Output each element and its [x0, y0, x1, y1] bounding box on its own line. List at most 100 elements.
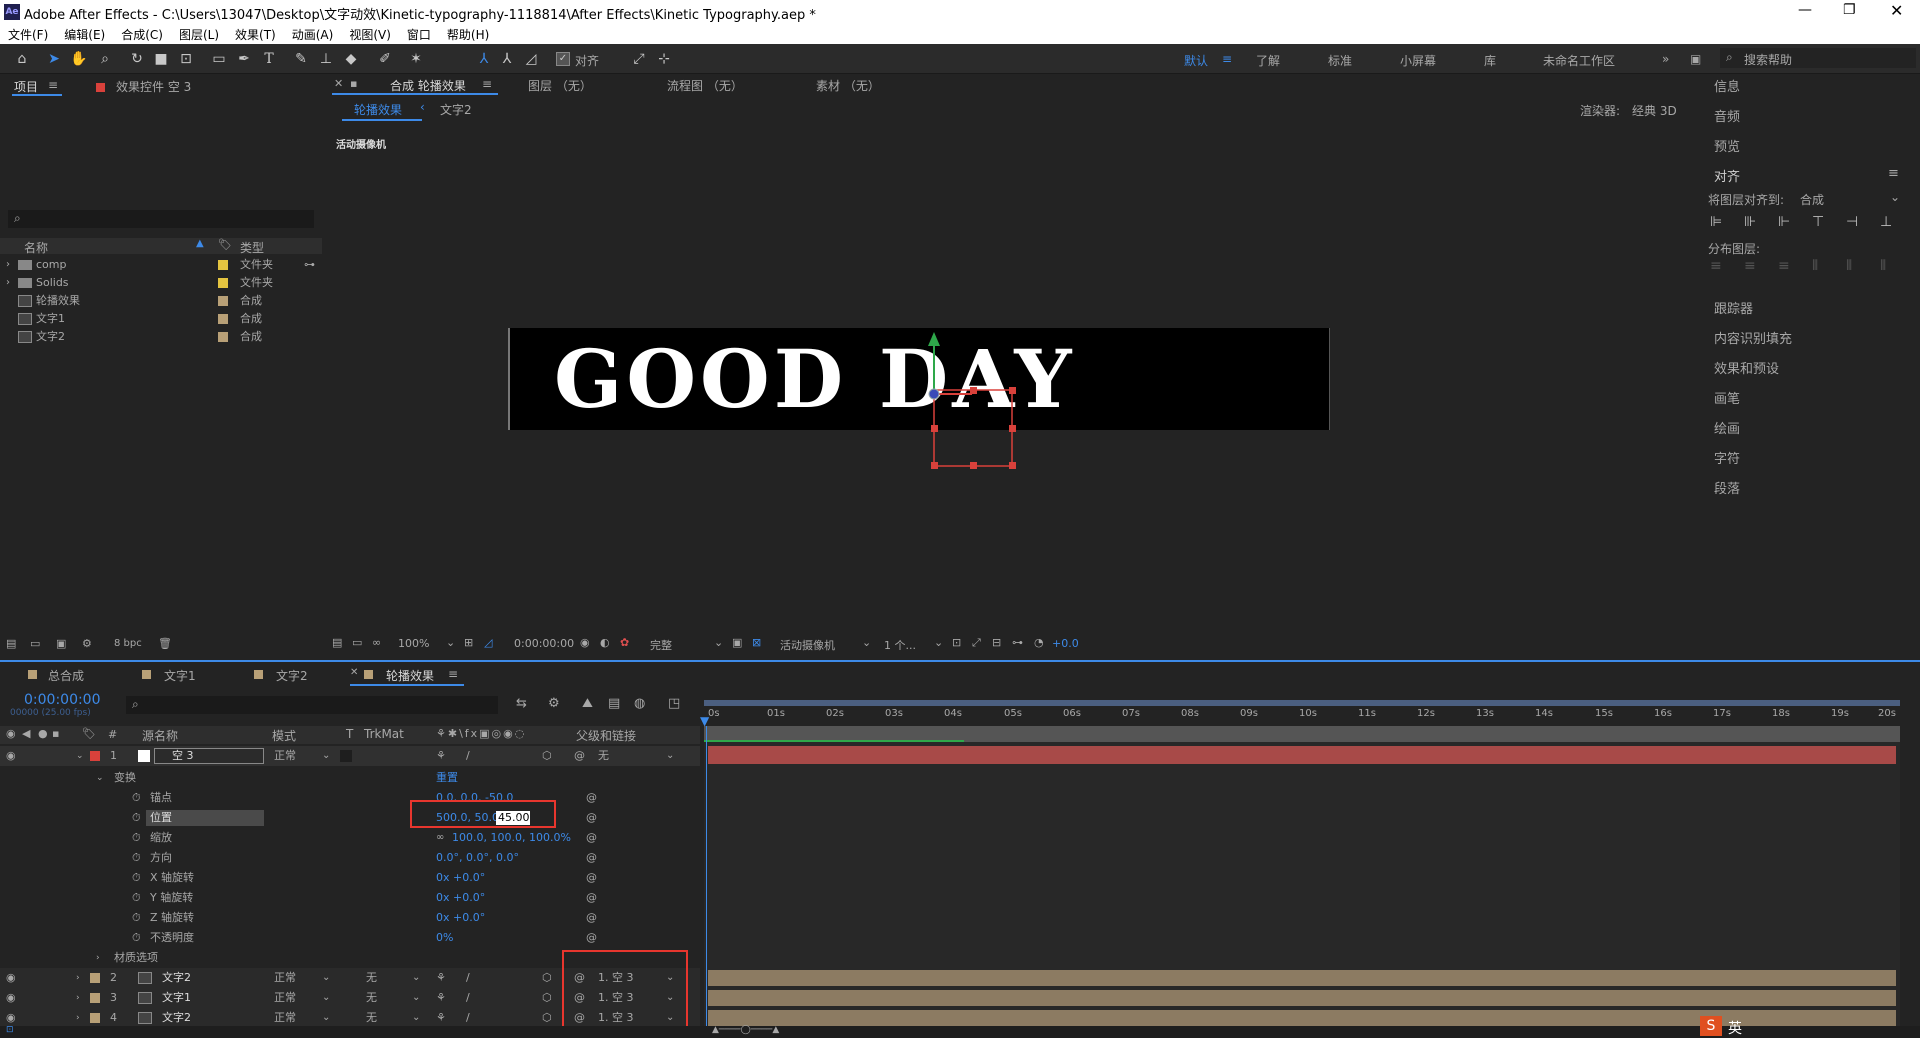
layer-mode-select[interactable]: 正常	[274, 1008, 296, 1028]
trkmat-box[interactable]	[340, 750, 352, 762]
trkmat-dropdown-icon[interactable]: ⌄	[412, 968, 420, 988]
region-icon[interactable]: ◿	[484, 636, 492, 649]
stopwatch-icon[interactable]: ⏱	[132, 848, 141, 868]
tab-text2[interactable]: 文字2	[276, 667, 308, 684]
prop-value[interactable]: 0x +0.0°	[436, 908, 485, 928]
layer-mode-select[interactable]: 正常	[274, 968, 296, 988]
col-name-header[interactable]: 名称	[24, 239, 48, 256]
transform-group[interactable]: ⌄ 变换 重置	[0, 768, 700, 788]
trkmat-dropdown-icon[interactable]: ⌄	[412, 988, 420, 1008]
lock-icon[interactable]: ▪	[350, 77, 357, 90]
comp-flowchart-icon[interactable]: ⇆	[516, 696, 527, 711]
align-right-icon[interactable]: ⊩	[1778, 214, 1790, 230]
prop-value[interactable]: 100.0, 100.0, 100.0%	[452, 828, 571, 848]
eraser-tool-icon[interactable]: ◆	[342, 50, 360, 68]
label-tan[interactable]	[90, 993, 100, 1003]
label-tan[interactable]	[90, 1013, 100, 1023]
comp-menu-icon[interactable]: ≡	[482, 77, 492, 91]
expression-pickwhip-icon[interactable]: @	[586, 848, 597, 868]
menu-composition[interactable]: 合成(C)	[113, 26, 171, 43]
prop-value[interactable]: 0%	[436, 928, 453, 948]
shy-switch-icon[interactable]: ⚘	[436, 746, 446, 766]
align-to-dropdown-icon[interactable]: ⌄	[1890, 190, 1900, 204]
time-ruler[interactable]: 0s 01s 02s 03s 04s 05s 06s 07s 08s 09s 10s 11s 12s 13…	[704, 700, 1900, 724]
prop-y-rotation[interactable]: ⏱ Y 轴旋转 0x +0.0° @	[0, 888, 700, 908]
stopwatch-icon[interactable]: ⏱	[132, 828, 141, 848]
graph-editor-icon[interactable]: ◳	[668, 696, 680, 711]
transparency-grid-icon[interactable]: ▣	[732, 636, 742, 649]
label-tan[interactable]	[90, 973, 100, 983]
hand-tool-icon[interactable]: ✋	[70, 50, 88, 68]
material-expand-icon[interactable]: ›	[96, 948, 100, 968]
stopwatch-icon[interactable]: ⏱	[132, 928, 141, 948]
quality-switch-icon[interactable]: /	[466, 1008, 470, 1028]
trash-icon[interactable]: 🗑	[158, 637, 172, 650]
shy-switch-icon[interactable]: ⚘	[436, 1008, 446, 1028]
label-red[interactable]	[90, 751, 100, 761]
flowchart-view-icon[interactable]: ⊶	[1012, 636, 1023, 649]
menu-layer[interactable]: 图层(L)	[171, 26, 227, 43]
3d-layer-icon[interactable]: ⬡	[542, 1008, 552, 1028]
menu-file[interactable]: 文件(F)	[0, 26, 56, 43]
panel-tracker[interactable]: 跟踪器	[1714, 298, 1753, 317]
menu-window[interactable]: 窗口	[399, 26, 439, 43]
tab-text1[interactable]: 文字1	[164, 667, 196, 684]
reset-link[interactable]: 重置	[436, 768, 458, 788]
align-to-select[interactable]: 合成	[1800, 191, 1824, 208]
viewer-timecode[interactable]: 0:00:00:00	[514, 637, 574, 650]
align-top-icon[interactable]: ⊤	[1812, 214, 1824, 230]
parent-dropdown-icon[interactable]: ⌄	[666, 746, 674, 766]
visibility-eye-icon[interactable]: ◉	[6, 746, 16, 766]
fast-preview-icon[interactable]: ⤢	[972, 636, 981, 650]
align-vcenter-icon[interactable]: ⊣	[1846, 214, 1858, 230]
expression-pickwhip-icon[interactable]: @	[586, 828, 597, 848]
vr-icon[interactable]: ∞	[372, 636, 381, 649]
collapse-arrow-icon[interactable]: ⌄	[76, 746, 84, 766]
channel-icon[interactable]: ✿	[620, 636, 629, 649]
project-item-solids[interactable]: › Solids 文件夹	[0, 274, 320, 292]
menu-effect[interactable]: 效果(T)	[227, 26, 284, 43]
restore-button[interactable]: ❐	[1843, 2, 1856, 18]
local-axis-icon[interactable]: ⅄	[475, 50, 493, 68]
draft-3d-icon[interactable]: ⚙	[548, 696, 560, 711]
align-left-icon[interactable]: ⊫	[1710, 214, 1722, 230]
layer-name[interactable]: 文字2	[162, 1008, 191, 1028]
rectangle-tool-icon[interactable]: ▭	[210, 50, 228, 68]
workspace-unnamed[interactable]: 未命名工作区	[1543, 52, 1615, 69]
new-folder-icon[interactable]: ▭	[30, 637, 40, 650]
3d-layer-icon[interactable]: ⬡	[542, 746, 552, 766]
project-item-text2[interactable]: 文字2 合成	[0, 328, 320, 346]
flowchart-icon[interactable]: ⊶	[304, 256, 315, 274]
timeline-menu-icon[interactable]: ≡	[448, 667, 458, 681]
panel-brushes[interactable]: 画笔	[1714, 388, 1740, 407]
panel-info[interactable]: 信息	[1714, 76, 1740, 95]
puppet-pin-icon[interactable]: ✶	[407, 50, 425, 68]
prop-opacity[interactable]: ⏱ 不透明度 0% @	[0, 928, 700, 948]
timeline-icon[interactable]: ⊟	[992, 636, 1001, 649]
col-type-header[interactable]: 类型	[240, 239, 264, 256]
views-dropdown-icon[interactable]: ⌄	[934, 636, 943, 649]
panel-preview[interactable]: 预览	[1714, 136, 1740, 155]
prop-value[interactable]: 0x +0.0°	[436, 888, 485, 908]
project-search-input[interactable]: ⌕	[8, 210, 314, 228]
timeline-timecode[interactable]: 0:00:00:00	[24, 692, 101, 708]
show-snapshot-icon[interactable]: ◐	[600, 636, 610, 649]
panel-audio[interactable]: 音频	[1714, 106, 1740, 125]
align-bottom-icon[interactable]: ⊥	[1880, 214, 1892, 230]
workspace-default[interactable]: 默认	[1184, 52, 1208, 69]
camera-tool-icon[interactable]: ■	[152, 50, 170, 68]
panel-effects-presets[interactable]: 效果和预设	[1714, 358, 1779, 377]
track-area[interactable]	[704, 726, 1900, 1028]
monitor-icon[interactable]: ▭	[352, 636, 362, 649]
workspace-standard[interactable]: 标准	[1328, 52, 1352, 69]
zoom-tool-icon[interactable]: ⌕	[96, 50, 114, 68]
playhead-handle-icon[interactable]: ▼	[700, 714, 709, 728]
home-icon[interactable]: ⌂	[13, 50, 31, 68]
layer-mode-select[interactable]: 正常	[274, 988, 296, 1008]
always-preview-icon[interactable]: ▤	[332, 636, 342, 649]
parent-select[interactable]: 无	[598, 746, 609, 766]
3d-view-icon[interactable]: ⊠	[752, 636, 761, 649]
layer1-duration-bar[interactable]	[708, 746, 1896, 764]
layer-name[interactable]: 文字2	[162, 968, 191, 988]
menu-edit[interactable]: 编辑(E)	[56, 26, 113, 43]
